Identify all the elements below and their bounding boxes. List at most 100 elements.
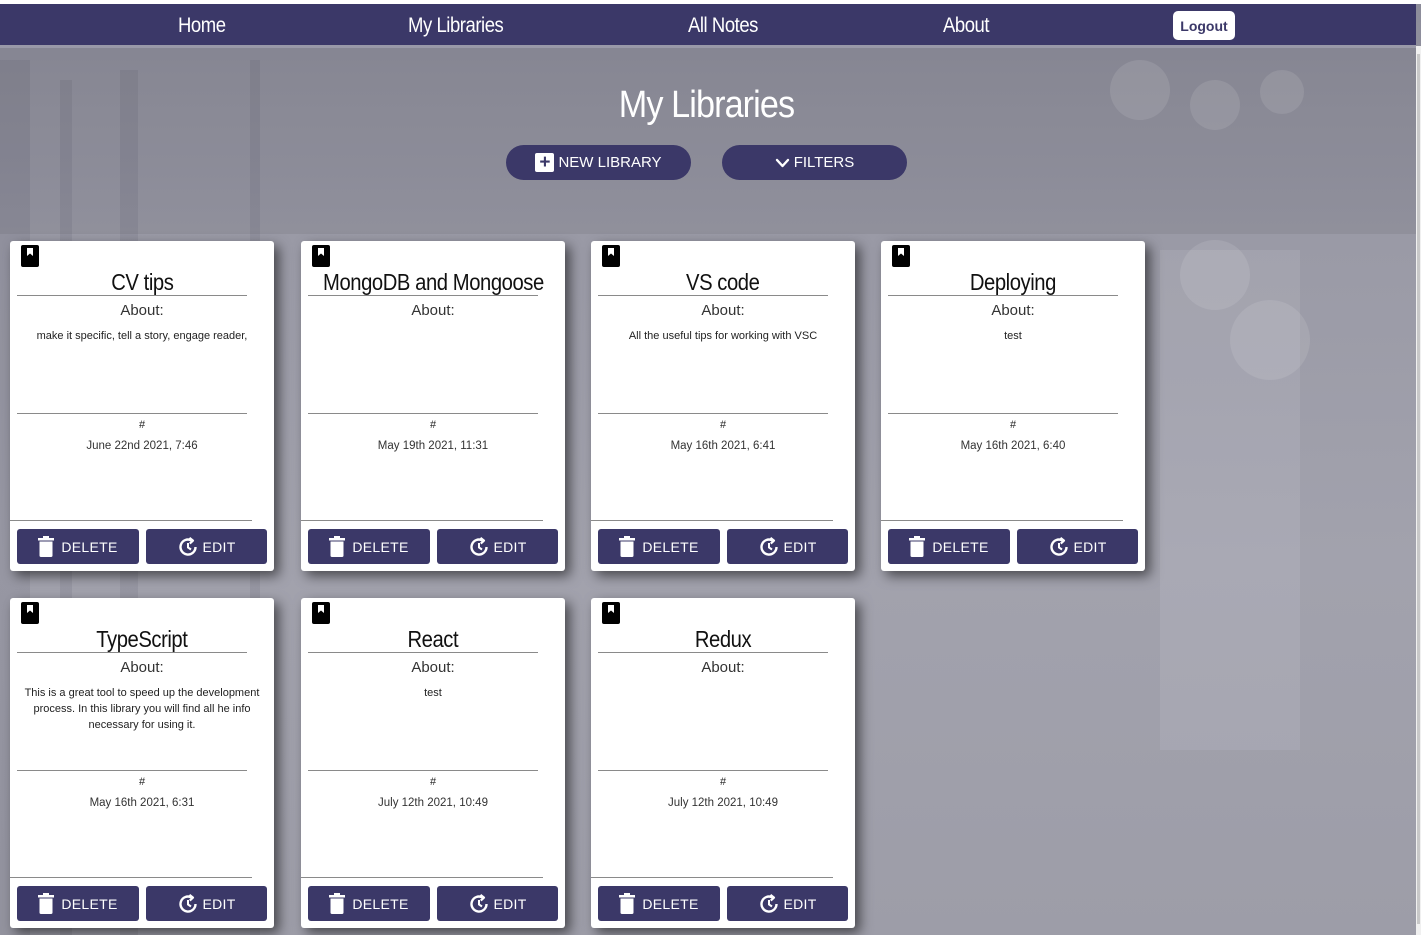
library-title-wrapper: MongoDB and Mongoose xyxy=(301,269,565,296)
library-date: July 12th 2021, 10:49 xyxy=(378,797,488,809)
library-description: test xyxy=(424,687,442,699)
library-description: All the useful tips for working with VSC xyxy=(628,330,818,342)
bookmark-icon xyxy=(312,602,330,624)
edit-label: EDIT xyxy=(783,895,817,912)
library-title-wrapper: React xyxy=(301,626,565,653)
library-title-wrapper: VS code xyxy=(591,269,855,296)
top-navbar: Home My Libraries All Notes About Logout xyxy=(0,4,1416,48)
edit-label: EDIT xyxy=(493,895,527,912)
edit-button[interactable]: EDIT xyxy=(1017,529,1138,564)
filters-label: FILTERS xyxy=(793,154,855,171)
page-title: My Libraries xyxy=(618,84,794,126)
library-card[interactable]: Deploying About: test # May 16th 2021, 6:40 D… xyxy=(881,241,1145,571)
delete-label: DELETE xyxy=(352,538,409,555)
plus-icon: + xyxy=(535,153,555,172)
trash-icon xyxy=(909,536,926,557)
delete-label: DELETE xyxy=(642,895,699,912)
footer-divider xyxy=(881,520,1123,521)
delete-label: DELETE xyxy=(642,538,699,555)
nav-about[interactable]: About xyxy=(943,4,990,45)
library-date: May 19th 2021, 11:31 xyxy=(377,440,489,452)
library-card[interactable]: React About: test # July 12th 2021, 10:49 DEL… xyxy=(301,598,565,928)
page-scrollbar[interactable] xyxy=(1416,46,1421,935)
footer-divider xyxy=(10,520,252,521)
trash-icon xyxy=(619,893,636,914)
library-description: test xyxy=(1004,330,1022,342)
library-card[interactable]: CV tips About: make it specific, tell a st… xyxy=(10,241,274,571)
edit-icon xyxy=(758,893,780,915)
nav-home[interactable]: Home xyxy=(178,4,226,45)
hash-label: # xyxy=(429,776,437,788)
logout-button[interactable]: Logout xyxy=(1173,11,1235,40)
library-title: Redux xyxy=(694,626,752,652)
filters-button[interactable]: FILTERS xyxy=(722,145,907,180)
about-label: About: xyxy=(991,302,1035,319)
edit-label: EDIT xyxy=(202,538,236,555)
trash-icon xyxy=(619,536,636,557)
bookmark-icon xyxy=(21,602,39,624)
library-title-wrapper: CV tips xyxy=(10,269,274,296)
edit-icon xyxy=(177,893,199,915)
edit-button[interactable]: EDIT xyxy=(146,886,267,921)
trash-icon xyxy=(329,893,346,914)
title-divider xyxy=(888,295,1118,296)
delete-button[interactable]: DELETE xyxy=(17,529,139,564)
bookmark-icon xyxy=(602,245,620,267)
new-library-button[interactable]: + NEW LIBRARY xyxy=(506,145,691,180)
library-description: make it specific, tell a story, engage r… xyxy=(36,330,248,342)
about-label: About: xyxy=(701,302,745,319)
nav-my-libraries[interactable]: My Libraries xyxy=(408,4,504,45)
hash-label: # xyxy=(719,419,727,431)
edit-icon xyxy=(758,536,780,558)
library-date: May 16th 2021, 6:31 xyxy=(89,797,195,809)
hash-label: # xyxy=(138,776,146,788)
delete-button[interactable]: DELETE xyxy=(308,529,430,564)
about-label: About: xyxy=(120,659,164,676)
page-title-wrapper: My Libraries xyxy=(0,84,1412,127)
library-date: May 16th 2021, 6:40 xyxy=(960,440,1066,452)
delete-button[interactable]: DELETE xyxy=(17,886,139,921)
description-divider xyxy=(598,770,828,771)
edit-button[interactable]: EDIT xyxy=(727,886,848,921)
library-title: TypeScript xyxy=(96,626,188,652)
hash-label: # xyxy=(1009,419,1017,431)
trash-icon xyxy=(38,893,55,914)
edit-button[interactable]: EDIT xyxy=(146,529,267,564)
edit-button[interactable]: EDIT xyxy=(437,886,558,921)
description-divider xyxy=(598,413,828,414)
description-divider xyxy=(308,413,538,414)
scrollbar-thumb[interactable] xyxy=(1417,54,1420,924)
description-divider xyxy=(17,413,247,414)
bookmark-icon xyxy=(312,245,330,267)
library-card[interactable]: VS code About: All the useful tips for wor… xyxy=(591,241,855,571)
library-card[interactable]: TypeScript About: This is a great tool to … xyxy=(10,598,274,928)
edit-button[interactable]: EDIT xyxy=(727,529,848,564)
hash-label: # xyxy=(138,419,146,431)
about-label: About: xyxy=(701,659,745,676)
nav-all-notes[interactable]: All Notes xyxy=(688,4,758,45)
title-divider xyxy=(308,295,538,296)
library-description: This is a great tool to speed up the dev… xyxy=(24,687,260,731)
hash-label: # xyxy=(429,419,437,431)
title-divider xyxy=(598,295,828,296)
new-library-label: NEW LIBRARY xyxy=(558,154,662,171)
about-label: About: xyxy=(411,302,455,319)
edit-label: EDIT xyxy=(1073,538,1107,555)
edit-icon xyxy=(177,536,199,558)
footer-divider xyxy=(591,877,833,878)
delete-button[interactable]: DELETE xyxy=(888,529,1010,564)
edit-button[interactable]: EDIT xyxy=(437,529,558,564)
delete-label: DELETE xyxy=(352,895,409,912)
delete-button[interactable]: DELETE xyxy=(308,886,430,921)
delete-button[interactable]: DELETE xyxy=(598,529,720,564)
edit-icon xyxy=(468,536,490,558)
library-card[interactable]: MongoDB and Mongoose About: # May 19th 2021… xyxy=(301,241,565,571)
library-date: July 12th 2021, 10:49 xyxy=(668,797,778,809)
library-card[interactable]: Redux About: # July 12th 2021, 10:49 DELETE E… xyxy=(591,598,855,928)
library-title-wrapper: Redux xyxy=(591,626,855,653)
delete-label: DELETE xyxy=(61,538,118,555)
library-title: Deploying xyxy=(969,269,1057,295)
delete-button[interactable]: DELETE xyxy=(598,886,720,921)
delete-label: DELETE xyxy=(932,538,989,555)
title-divider xyxy=(17,652,247,653)
